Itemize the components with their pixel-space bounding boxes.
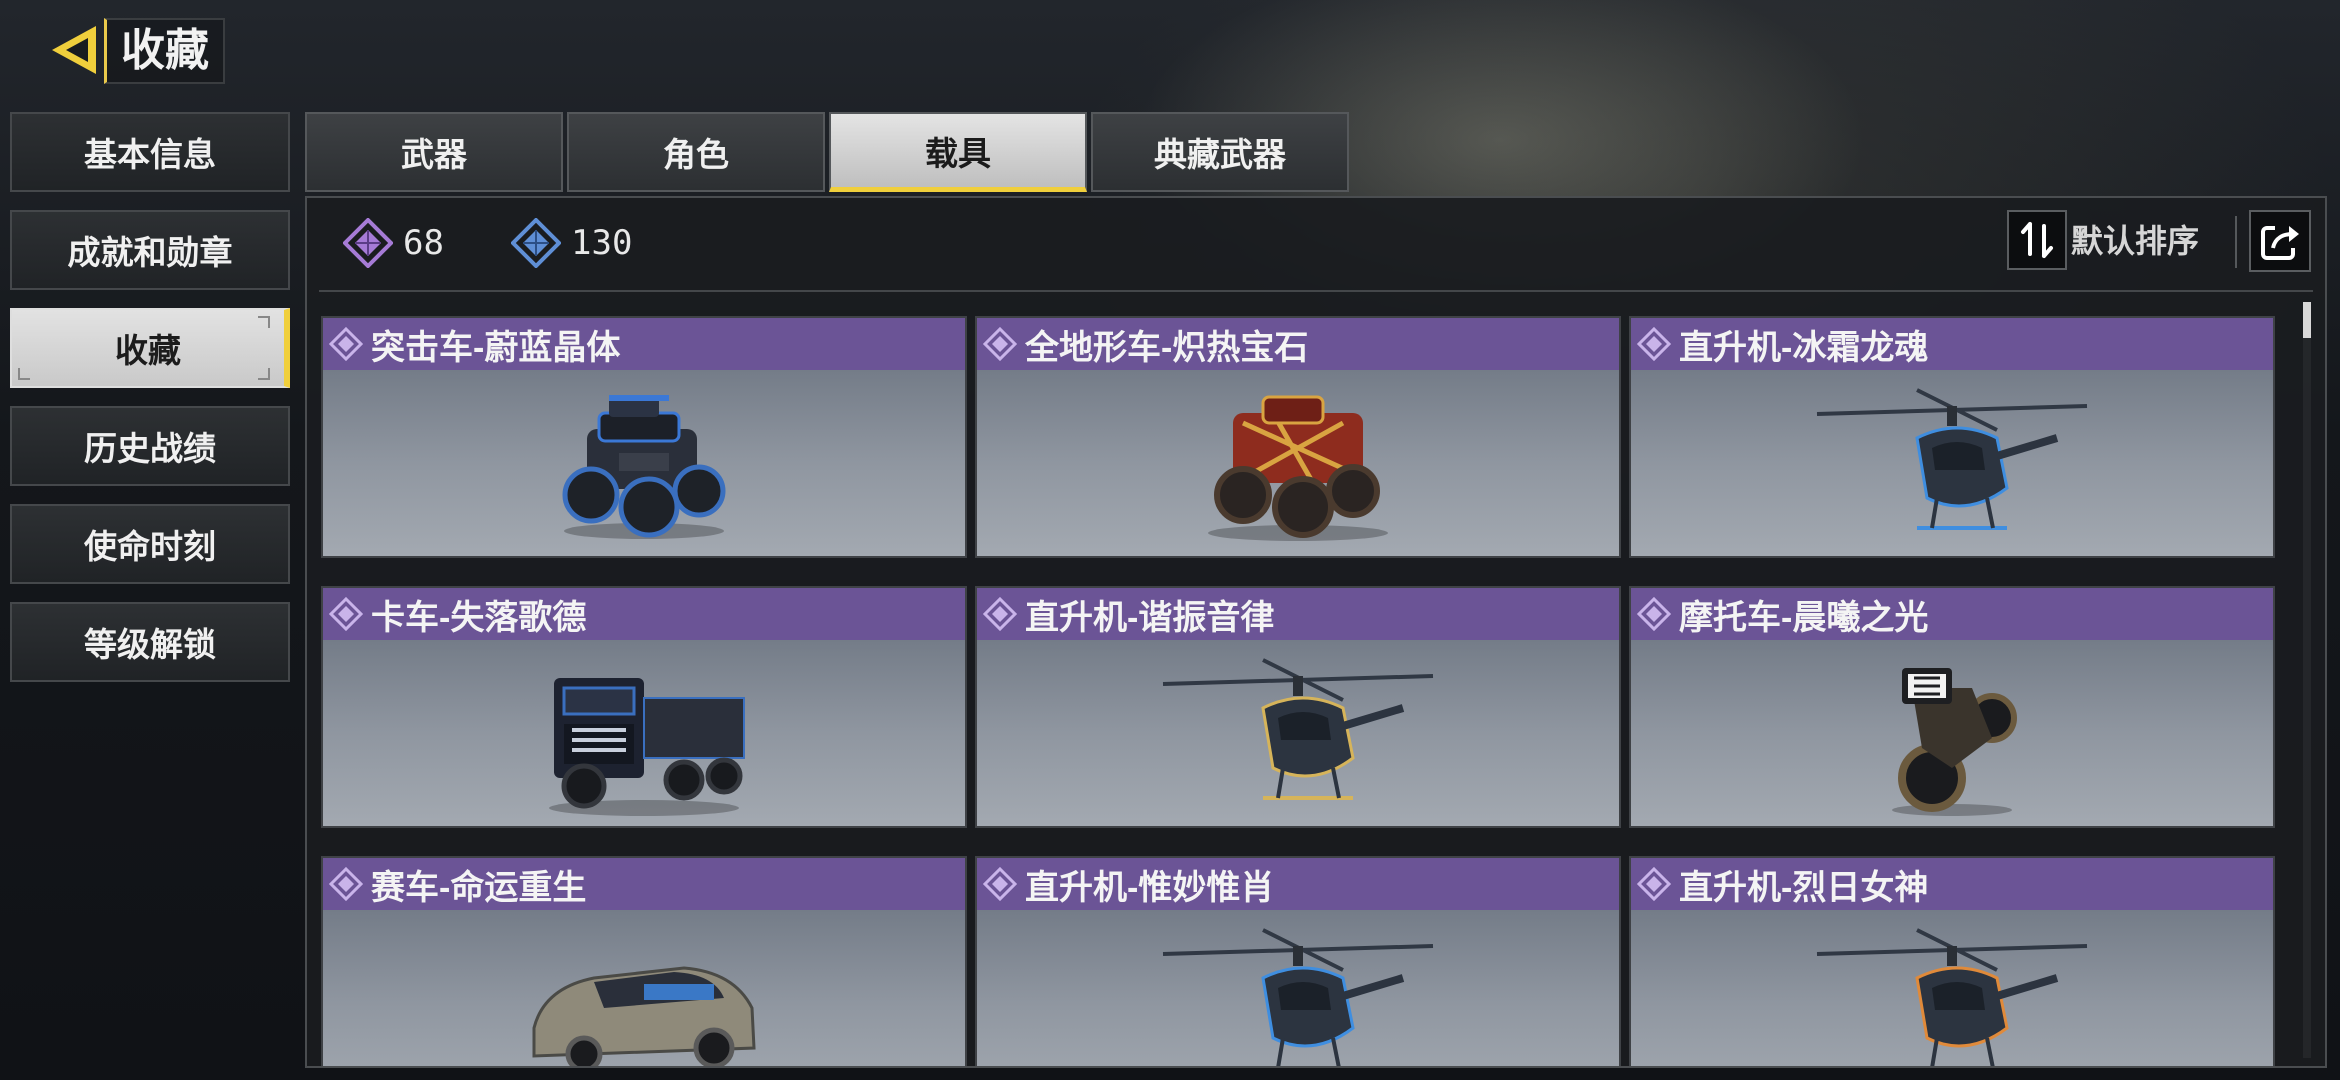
sidebar-item-achievements[interactable]: 成就和勋章 [10, 210, 290, 290]
sidebar-item-level-unlock[interactable]: 等级解锁 [10, 602, 290, 682]
sidebar-item-collection[interactable]: 收藏 [10, 308, 290, 388]
divider [319, 290, 2313, 292]
vehicle-card[interactable]: 直升机-惟妙惟肖 [975, 856, 1621, 1066]
vehicle-card-header: 直升机-冰霜龙魂 [1631, 318, 2273, 370]
helicopter-icon [1807, 378, 2097, 548]
back-button[interactable] [44, 20, 104, 80]
vehicle-preview [323, 640, 965, 826]
vehicle-name: 直升机-烈日女神 [1679, 868, 1929, 907]
purple-diamond-icon [343, 218, 393, 268]
quality-diamond-icon [983, 327, 1017, 361]
purple-currency-value: 68 [403, 223, 444, 263]
blue-currency-value: 130 [571, 223, 633, 263]
helicopter-icon [1807, 918, 2097, 1066]
racecar-icon [524, 938, 764, 1066]
scrollbar-track[interactable] [2303, 302, 2311, 1058]
vehicle-card[interactable]: 直升机-谐振音律 [975, 586, 1621, 828]
vehicle-name: 直升机-惟妙惟肖 [1025, 868, 1275, 907]
quality-diamond-icon [983, 867, 1017, 901]
sort-label[interactable]: 默认排序 [2071, 216, 2199, 266]
vehicle-card[interactable]: 赛车-命运重生 [321, 856, 967, 1066]
vehicle-card-header: 摩托车-晨曦之光 [1631, 588, 2273, 640]
sidebar-item-history[interactable]: 历史战绩 [10, 406, 290, 486]
back-arrow-icon [52, 26, 96, 74]
vehicle-grid: 突击车-蔚蓝晶体 全地形车-炽热宝石 直升机-冰霜龙魂 卡车-失落歌德 直升机-… [321, 316, 2281, 1066]
tab-label: 典藏武器 [1154, 136, 1286, 173]
motorcycle-icon [1872, 648, 2032, 818]
vehicle-card[interactable]: 摩托车-晨曦之光 [1629, 586, 2275, 828]
page-title: 收藏 [104, 18, 225, 84]
quality-diamond-icon [1637, 867, 1671, 901]
tab-label: 载具 [925, 134, 991, 172]
corner-mark [258, 368, 270, 380]
helicopter-icon [1153, 648, 1443, 818]
atv-icon [1193, 383, 1403, 543]
tab-vehicles[interactable]: 载具 [829, 112, 1087, 192]
corner-mark [258, 316, 270, 328]
truck-icon [534, 648, 754, 818]
sidebar-item-label: 历史战绩 [84, 430, 216, 467]
tab-characters[interactable]: 角色 [567, 112, 825, 192]
vehicle-preview [1631, 640, 2273, 826]
sidebar-item-label: 等级解锁 [84, 626, 216, 663]
tab-label: 角色 [663, 136, 729, 173]
tab-label: 武器 [401, 136, 467, 173]
sidebar-item-label: 使命时刻 [84, 528, 216, 565]
corner-mark [18, 368, 30, 380]
purple-currency: 68 [343, 218, 444, 268]
vehicle-card-header: 直升机-烈日女神 [1631, 858, 2273, 910]
vehicle-preview [323, 370, 965, 556]
vehicle-preview [1631, 910, 2273, 1066]
vehicle-card-header: 突击车-蔚蓝晶体 [323, 318, 965, 370]
quality-diamond-icon [329, 597, 363, 631]
vehicle-name: 突击车-蔚蓝晶体 [371, 328, 621, 367]
helicopter-icon [1153, 918, 1443, 1066]
vehicle-card[interactable]: 直升机-冰霜龙魂 [1629, 316, 2275, 558]
vehicle-card[interactable]: 突击车-蔚蓝晶体 [321, 316, 967, 558]
sidebar-item-label: 基本信息 [84, 136, 216, 173]
vehicle-preview [323, 910, 965, 1066]
vehicle-card-header: 卡车-失落歌德 [323, 588, 965, 640]
vehicle-preview [977, 640, 1619, 826]
scrollbar-thumb[interactable] [2303, 302, 2311, 338]
quality-diamond-icon [1637, 327, 1671, 361]
vehicle-name: 全地形车-炽热宝石 [1025, 328, 1309, 367]
tab-weapons[interactable]: 武器 [305, 112, 563, 192]
vehicle-name: 卡车-失落歌德 [371, 598, 587, 637]
share-icon [2261, 226, 2299, 260]
quality-diamond-icon [1637, 597, 1671, 631]
collection-panel: 68 130 默认排序 突击车-蔚蓝晶体 全地形车-炽热宝石 直升机-冰霜龙魂 … [305, 196, 2327, 1068]
blue-currency: 130 [511, 218, 632, 268]
vehicle-preview [1631, 370, 2273, 556]
blue-diamond-icon [511, 218, 561, 268]
vehicle-card-header: 直升机-惟妙惟肖 [977, 858, 1619, 910]
sidebar-item-moments[interactable]: 使命时刻 [10, 504, 290, 584]
share-button[interactable] [2249, 210, 2311, 272]
vehicle-card-header: 全地形车-炽热宝石 [977, 318, 1619, 370]
quality-diamond-icon [329, 867, 363, 901]
sidebar-item-label: 收藏 [115, 332, 181, 369]
sidebar-item-basic-info[interactable]: 基本信息 [10, 112, 290, 192]
vehicle-card-header: 赛车-命运重生 [323, 858, 965, 910]
vehicle-name: 直升机-谐振音律 [1025, 598, 1275, 637]
tab-legendary-weapons[interactable]: 典藏武器 [1091, 112, 1349, 192]
vehicle-card-header: 直升机-谐振音律 [977, 588, 1619, 640]
sidebar-item-label: 成就和勋章 [67, 234, 233, 271]
sort-icon [2021, 222, 2053, 258]
vehicle-card[interactable]: 全地形车-炽热宝石 [975, 316, 1621, 558]
quality-diamond-icon [329, 327, 363, 361]
vehicle-name: 摩托车-晨曦之光 [1679, 598, 1929, 637]
vehicle-card[interactable]: 直升机-烈日女神 [1629, 856, 2275, 1066]
quality-diamond-icon [983, 597, 1017, 631]
buggy-icon [549, 383, 739, 543]
sort-button[interactable] [2007, 210, 2067, 270]
vehicle-name: 赛车-命运重生 [371, 868, 587, 907]
vehicle-preview [977, 910, 1619, 1066]
vehicle-name: 直升机-冰霜龙魂 [1679, 328, 1929, 367]
vehicle-card[interactable]: 卡车-失落歌德 [321, 586, 967, 828]
vehicle-preview [977, 370, 1619, 556]
divider [2235, 216, 2237, 268]
